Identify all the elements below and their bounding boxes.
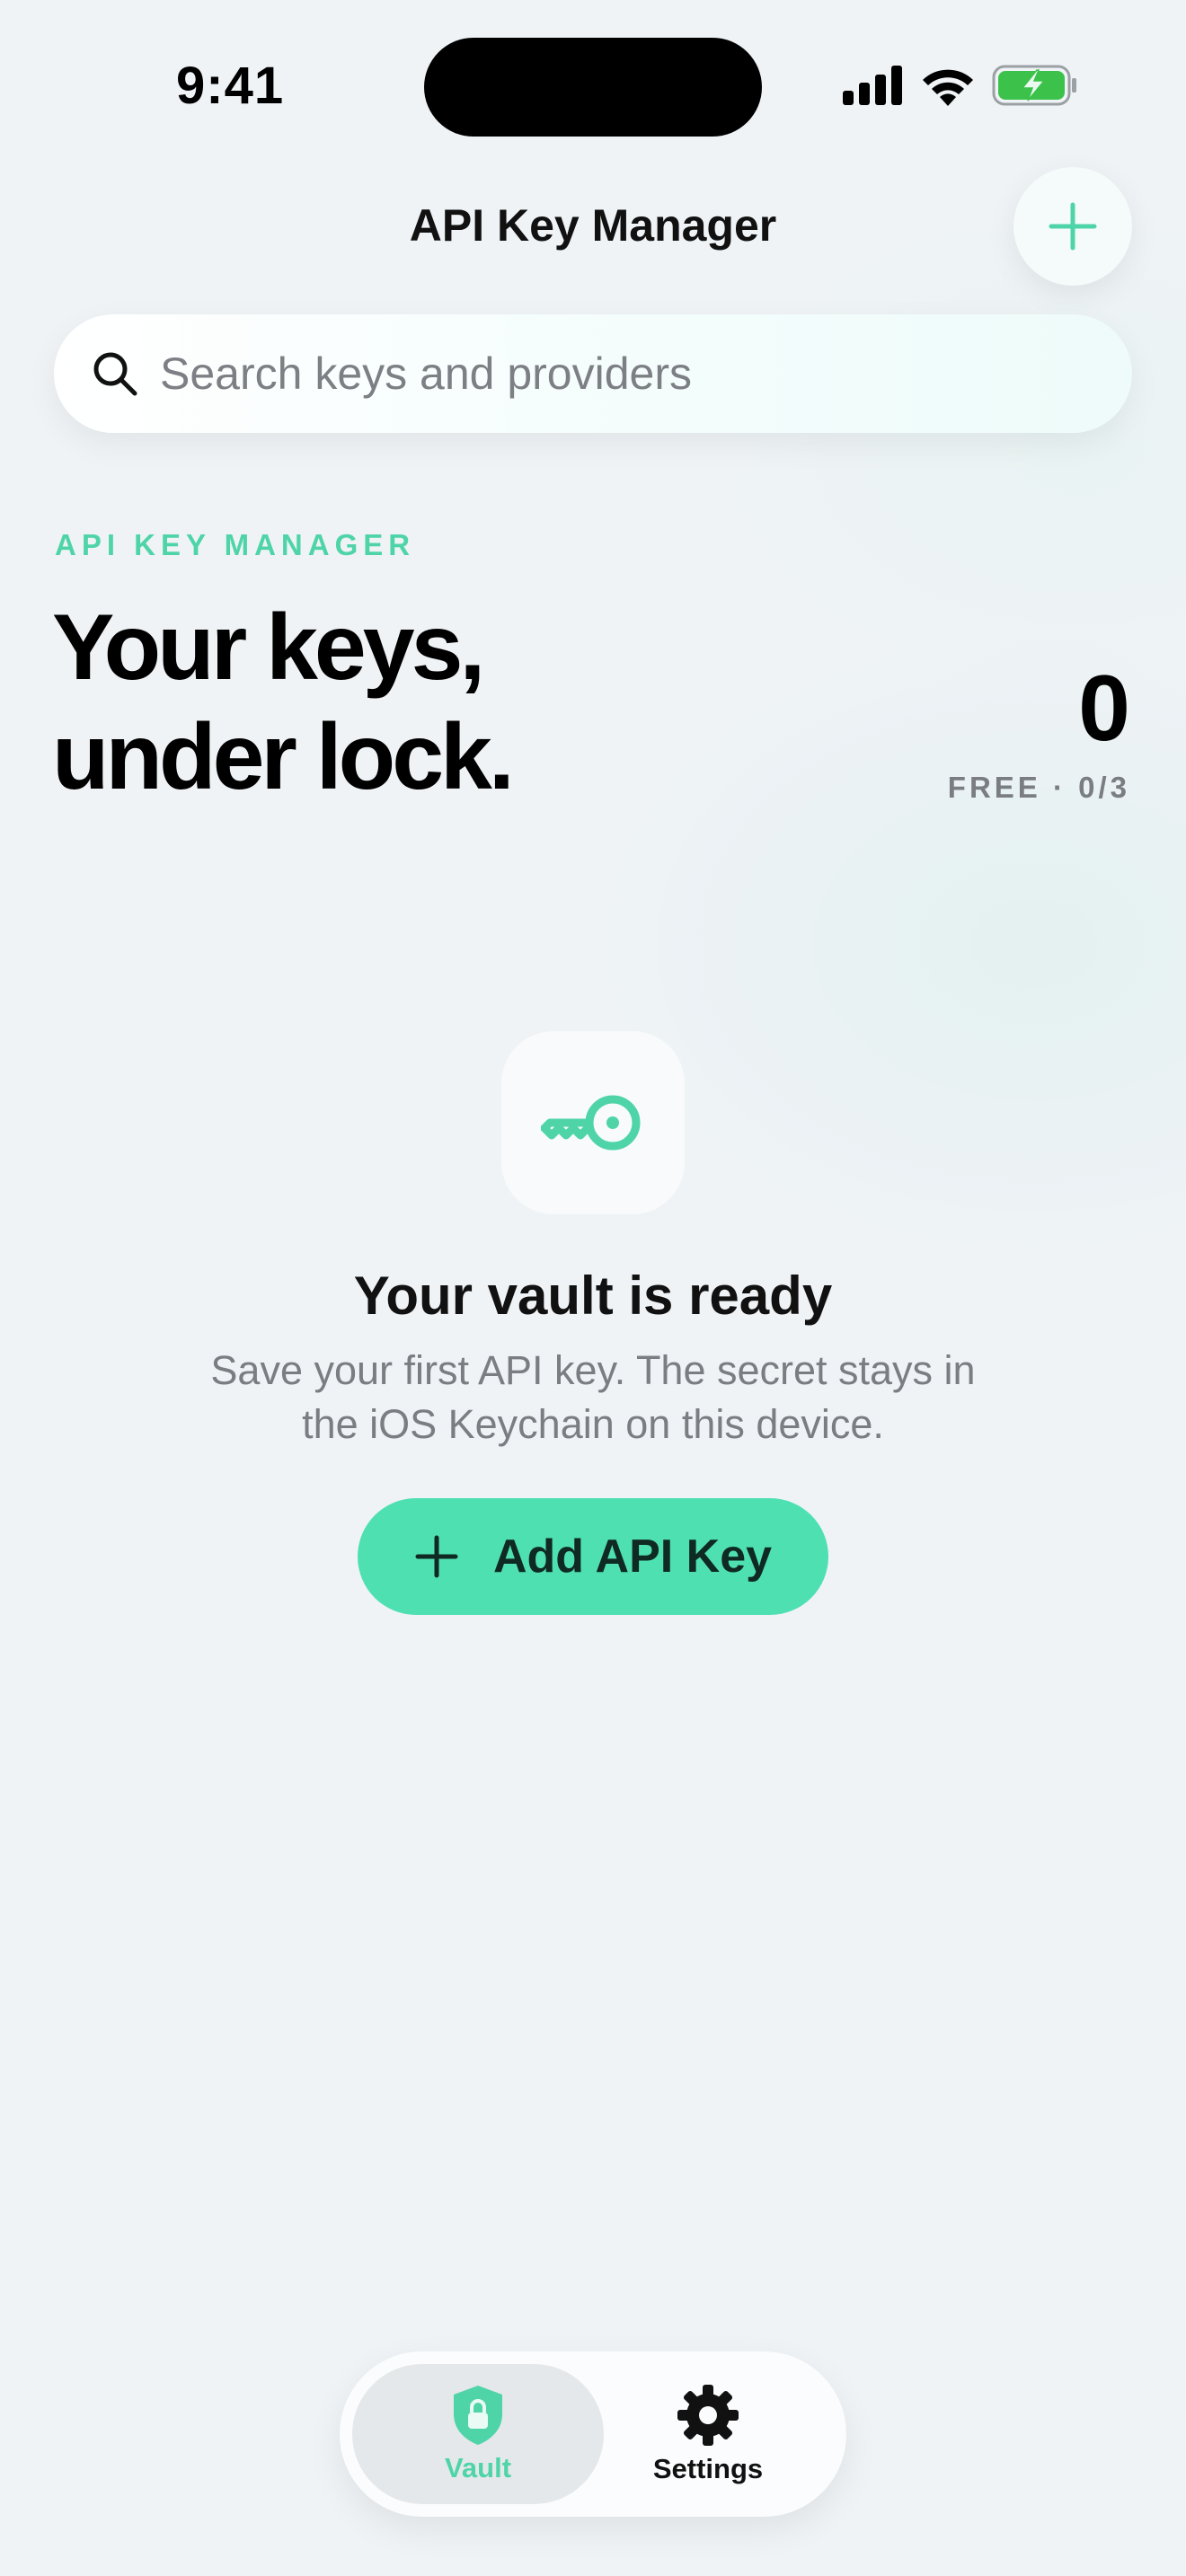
- plus-icon: [1049, 202, 1097, 251]
- tab-bar: Vault Settings: [340, 2351, 846, 2517]
- tab-vault-label: Vault: [444, 2452, 512, 2483]
- key-count: 0: [1078, 657, 1130, 761]
- tab-settings[interactable]: Settings: [582, 2364, 834, 2504]
- add-api-key-button-label: Add API Key: [492, 1531, 773, 1583]
- search-icon: [93, 352, 137, 396]
- empty-state-icon-tile: [501, 1031, 685, 1214]
- hero-title-line-1: Your keys,: [52, 595, 485, 700]
- key-icon: [541, 1095, 641, 1151]
- plus-icon: [415, 1535, 458, 1578]
- add-api-key-button[interactable]: Add API Key: [358, 1498, 828, 1615]
- dynamic-island: [424, 38, 762, 137]
- tab-vault[interactable]: Vault: [352, 2364, 604, 2504]
- gear-icon: [677, 2385, 739, 2446]
- battery-charging-icon: [992, 65, 1076, 106]
- empty-state-title: Your vault is ready: [353, 1266, 833, 1326]
- section-eyebrow: API KEY MANAGER: [55, 528, 416, 561]
- search-bar[interactable]: [54, 314, 1132, 433]
- add-key-fab-button[interactable]: [1013, 167, 1132, 286]
- wifi-icon: [923, 69, 973, 106]
- status-time: 9:41: [176, 57, 285, 115]
- app-screen: 9:41 API Key Manager Search keys and pro…: [0, 0, 1186, 2576]
- status-icons: [843, 63, 1078, 108]
- search-input[interactable]: [160, 314, 1094, 433]
- empty-state-description: Save your first API key. The secret stay…: [210, 1347, 976, 1447]
- hero-title: Your keys, under lock.: [52, 593, 515, 812]
- shield-lock-icon: [454, 2386, 502, 2445]
- cellular-signal-icon: [843, 66, 902, 105]
- nav-title: API Key Manager: [409, 200, 777, 251]
- plan-usage-label: FREE · 0/3: [947, 771, 1130, 804]
- tab-settings-label: Settings: [652, 2453, 764, 2484]
- hero-title-line-2: under lock.: [52, 705, 515, 809]
